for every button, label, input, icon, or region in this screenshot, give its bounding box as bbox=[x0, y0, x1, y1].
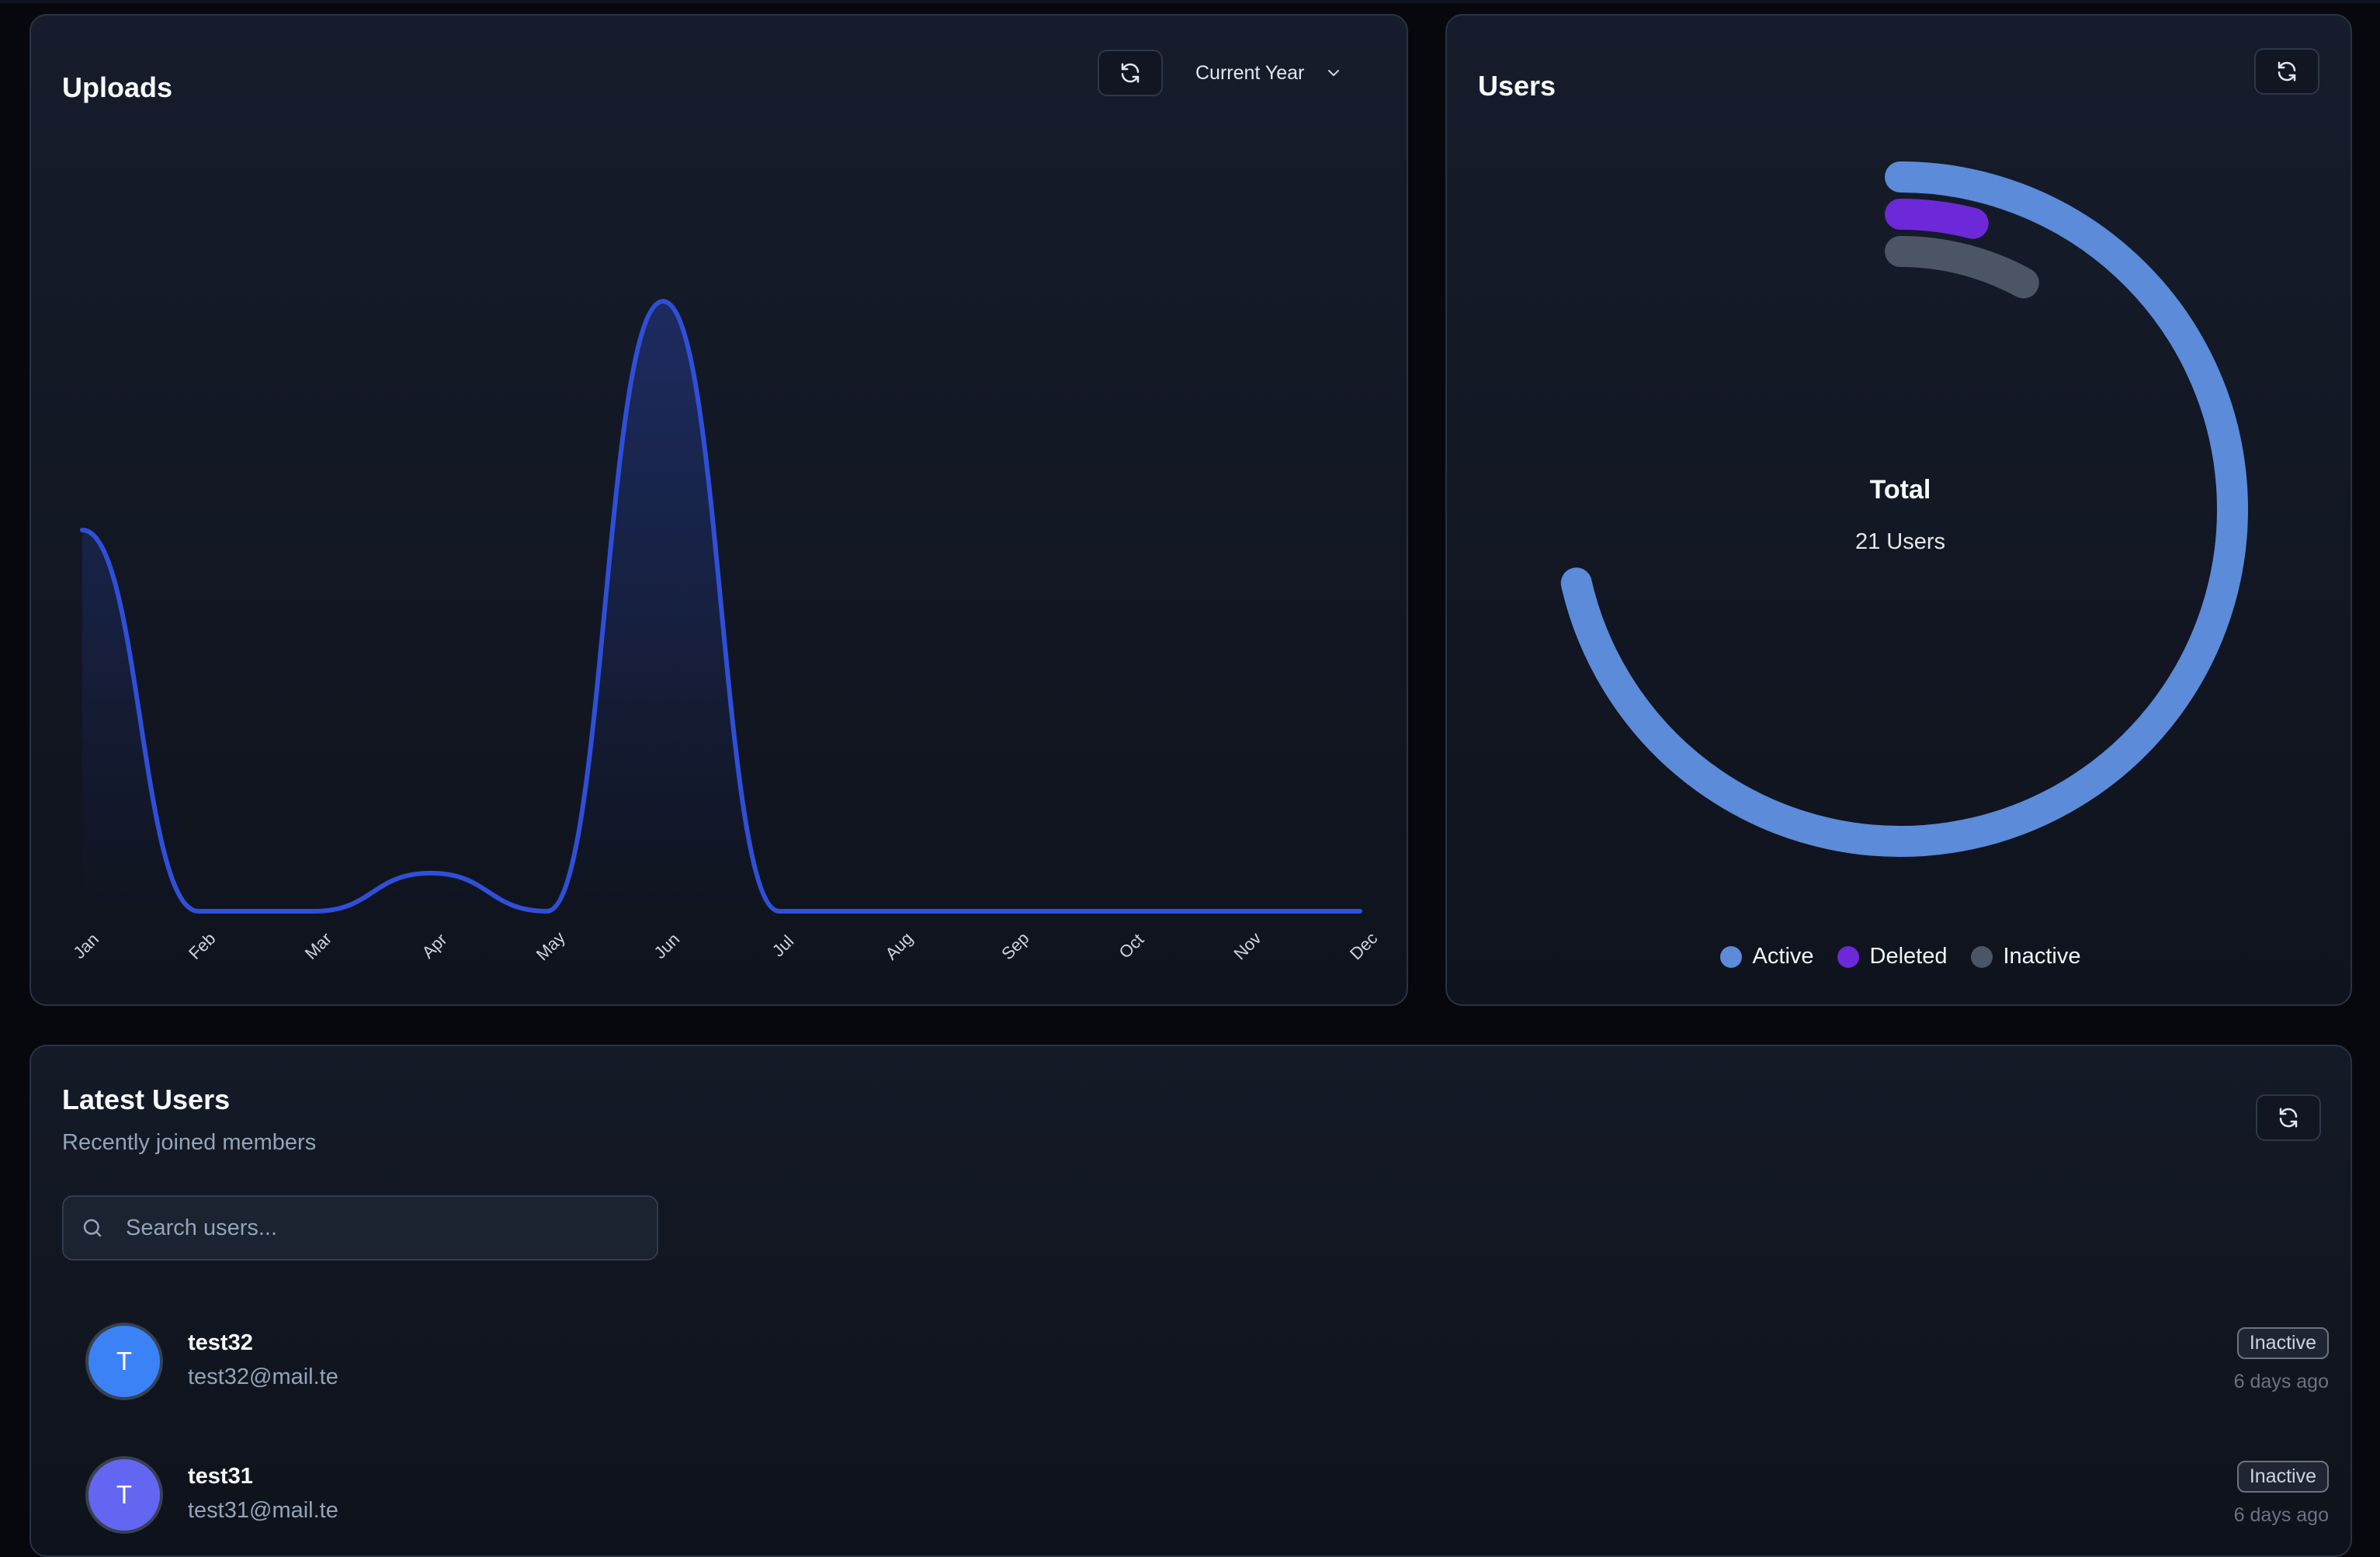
legend-item-deleted[interactable]: Deleted bbox=[1837, 944, 1948, 969]
legend-dot-inactive bbox=[1970, 945, 1993, 968]
x-tick-label: Aug bbox=[881, 928, 916, 963]
refresh-icon bbox=[2279, 1108, 2298, 1128]
status-badge: Inactive bbox=[2236, 1327, 2329, 1359]
legend-label-active: Active bbox=[1752, 944, 1814, 969]
x-tick-label: Jul bbox=[768, 931, 798, 961]
latest-users-subtitle: Recently joined members bbox=[62, 1130, 317, 1155]
user-email: test31@mail.te bbox=[188, 1498, 338, 1523]
joined-time: 6 days ago bbox=[2233, 1504, 2329, 1526]
legend-dot-active bbox=[1719, 945, 1742, 968]
x-tick-label: Nov bbox=[1230, 928, 1265, 963]
x-tick-label: Mar bbox=[301, 928, 335, 962]
avatar: T bbox=[85, 1323, 163, 1400]
legend-label-deleted: Deleted bbox=[1869, 944, 1948, 969]
radial-bar-active[interactable] bbox=[1560, 161, 2248, 857]
user-row[interactable]: T test32 test32@mail.te Inactive 6 days … bbox=[85, 1323, 2329, 1408]
user-row[interactable]: T test31 test31@mail.te Inactive 6 days … bbox=[85, 1456, 2329, 1541]
ring-total-count: 21 Users bbox=[1854, 529, 1946, 554]
search-box bbox=[62, 1195, 658, 1261]
joined-time: 6 days ago bbox=[2233, 1371, 2329, 1392]
users-card: Users Total 21 Users Active Deleted Inac… bbox=[1445, 14, 2352, 1006]
x-tick-label: Jan bbox=[69, 929, 102, 962]
legend-label-inactive: Inactive bbox=[2003, 944, 2081, 969]
search-icon bbox=[83, 1219, 102, 1237]
ring-total-label: Total bbox=[1869, 475, 1931, 505]
x-tick-label: Oct bbox=[1115, 930, 1147, 962]
user-name: test31 bbox=[188, 1464, 253, 1489]
status-badge: Inactive bbox=[2236, 1461, 2329, 1493]
x-tick-label: Sep bbox=[997, 928, 1032, 963]
latest-refresh-button[interactable] bbox=[2256, 1094, 2321, 1141]
x-tick-label: Feb bbox=[185, 928, 219, 962]
latest-users-title: Latest Users bbox=[62, 1084, 231, 1115]
legend-item-inactive[interactable]: Inactive bbox=[1970, 944, 2081, 969]
radial-bar-deleted[interactable] bbox=[1885, 199, 1989, 239]
uploads-card: Uploads Current Year Jan Feb Mar Apr May Jun J… bbox=[29, 14, 1408, 1006]
avatar: T bbox=[85, 1456, 163, 1534]
user-name: test32 bbox=[188, 1330, 253, 1355]
radial-bar-inactive[interactable] bbox=[1885, 236, 2039, 299]
x-tick-label: Apr bbox=[418, 930, 451, 962]
legend-item-active[interactable]: Active bbox=[1719, 944, 1814, 969]
users-radial-chart bbox=[1560, 161, 2248, 857]
x-tick-label: Dec bbox=[1346, 928, 1381, 963]
latest-users-card: Latest Users Recently joined members T t… bbox=[29, 1045, 2352, 1557]
user-email: test32@mail.te bbox=[188, 1365, 338, 1389]
search-input[interactable] bbox=[124, 1214, 657, 1242]
uploads-chart: Jan Feb Mar Apr May Jun Jul Aug Sep Oct Nov Dec bbox=[69, 299, 1381, 964]
legend-dot-deleted bbox=[1837, 945, 1859, 968]
x-tick-label: May bbox=[533, 928, 569, 964]
x-tick-label: Jun bbox=[650, 929, 683, 962]
users-legend: Active Deleted Inactive bbox=[1447, 944, 2354, 969]
top-border bbox=[0, 0, 2380, 3]
